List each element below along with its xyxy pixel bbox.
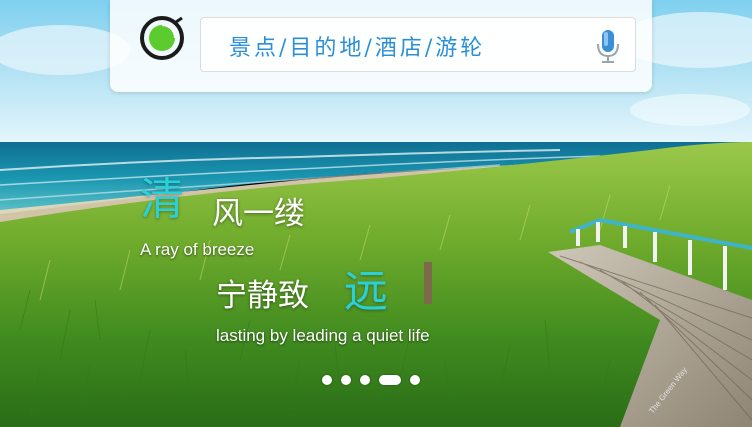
slogan-line-1: 风一缕 bbox=[212, 196, 305, 232]
carousel-dot[interactable] bbox=[360, 375, 370, 385]
carousel-pager bbox=[322, 374, 420, 386]
carousel-dot[interactable] bbox=[410, 375, 420, 385]
carousel-dot[interactable] bbox=[322, 375, 332, 385]
carousel-dot-active[interactable] bbox=[379, 375, 401, 385]
hero-banner[interactable]: 景点/目的地/酒店/游轮 清 风一缕 A ray of breeze 宁静致 远… bbox=[0, 0, 752, 427]
slogan-line-2-english: lasting by leading a quiet life bbox=[216, 326, 430, 345]
search-input[interactable]: 景点/目的地/酒店/游轮 bbox=[200, 17, 636, 72]
search-placeholder: 景点/目的地/酒店/游轮 bbox=[229, 36, 486, 61]
camera-lens-logo-icon[interactable] bbox=[138, 14, 186, 62]
microphone-icon[interactable] bbox=[591, 26, 625, 66]
slogan-highlight-qing: 清 bbox=[140, 174, 184, 225]
carousel-dot[interactable] bbox=[341, 375, 351, 385]
slogan-line-1-english: A ray of breeze bbox=[140, 240, 255, 259]
slogan-line-2: 宁静致 bbox=[216, 278, 309, 314]
slogan-highlight-yuan: 远 bbox=[344, 266, 388, 317]
